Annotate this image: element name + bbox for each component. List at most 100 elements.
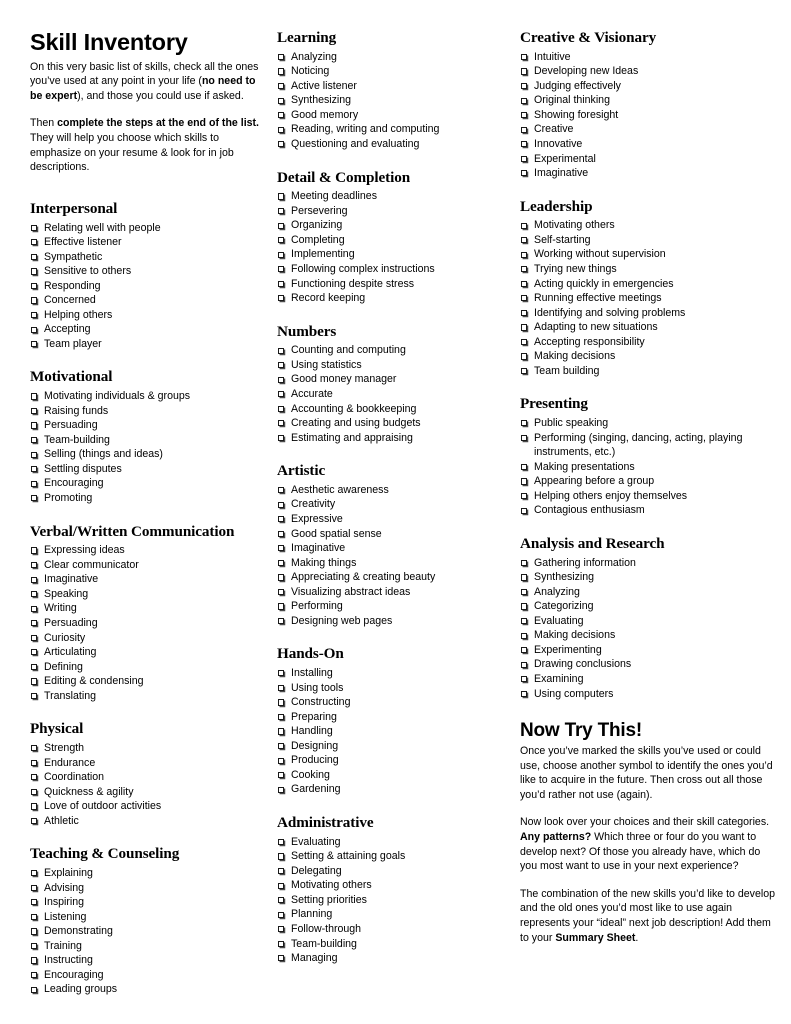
- checkbox-square-icon[interactable]: [278, 237, 285, 244]
- skill-item[interactable]: Following complex instructions: [277, 262, 508, 277]
- skill-item[interactable]: Noticing: [277, 64, 508, 79]
- checkbox-square-icon[interactable]: [521, 353, 528, 360]
- checkbox-square-icon[interactable]: [278, 376, 285, 383]
- checkbox-square-icon[interactable]: [278, 940, 285, 947]
- checkbox-square-icon[interactable]: [31, 884, 38, 891]
- checkbox-square-icon[interactable]: [31, 942, 38, 950]
- checkbox-square-icon[interactable]: [278, 757, 285, 764]
- skill-item[interactable]: Active listener: [277, 79, 508, 94]
- checkbox-square-icon[interactable]: [278, 53, 285, 61]
- skill-item[interactable]: Helping others enjoy themselves: [520, 489, 775, 504]
- skill-item[interactable]: Good spatial sense: [277, 527, 508, 542]
- skill-item[interactable]: Appreciating & creating beauty: [277, 570, 508, 585]
- checkbox-square-icon[interactable]: [521, 574, 528, 581]
- checkbox-square-icon[interactable]: [521, 97, 528, 104]
- checkbox-square-icon[interactable]: [278, 83, 285, 90]
- skill-item[interactable]: Effective listener: [30, 235, 263, 250]
- checkbox-square-icon[interactable]: [278, 926, 285, 933]
- skill-item[interactable]: Speaking: [30, 587, 263, 602]
- checkbox-square-icon[interactable]: [31, 422, 38, 429]
- skill-item[interactable]: Contagious enthusiasm: [520, 503, 775, 518]
- checkbox-square-icon[interactable]: [31, 466, 38, 473]
- checkbox-square-icon[interactable]: [278, 208, 285, 215]
- checkbox-square-icon[interactable]: [278, 911, 285, 918]
- skill-item[interactable]: Clear communicator: [30, 558, 263, 573]
- checkbox-square-icon[interactable]: [31, 591, 38, 598]
- skill-item[interactable]: Team-building: [277, 937, 508, 952]
- checkbox-square-icon[interactable]: [31, 605, 38, 612]
- checkbox-square-icon[interactable]: [278, 713, 285, 721]
- checkbox-square-icon[interactable]: [278, 618, 285, 625]
- checkbox-square-icon[interactable]: [278, 559, 285, 567]
- skill-item[interactable]: Articulating: [30, 645, 263, 660]
- checkbox-square-icon[interactable]: [31, 224, 38, 231]
- checkbox-square-icon[interactable]: [521, 237, 528, 244]
- skill-item[interactable]: Curiosity: [30, 631, 263, 646]
- skill-item[interactable]: Athletic: [30, 814, 263, 829]
- checkbox-square-icon[interactable]: [521, 661, 528, 668]
- checkbox-square-icon[interactable]: [521, 280, 528, 287]
- skill-item[interactable]: Good money manager: [277, 372, 508, 387]
- skill-item[interactable]: Aesthetic awareness: [277, 483, 508, 498]
- skill-item[interactable]: Instructing: [30, 953, 263, 968]
- checkbox-square-icon[interactable]: [521, 632, 528, 639]
- skill-item[interactable]: Leading groups: [30, 982, 263, 997]
- checkbox-square-icon[interactable]: [31, 634, 38, 641]
- checkbox-square-icon[interactable]: [278, 516, 285, 523]
- skill-item[interactable]: Analyzing: [277, 50, 508, 65]
- skill-item[interactable]: Accurate: [277, 387, 508, 402]
- skill-item[interactable]: Producing: [277, 753, 508, 768]
- checkbox-square-icon[interactable]: [278, 743, 285, 750]
- skill-item[interactable]: Innovative: [520, 137, 775, 152]
- checkbox-square-icon[interactable]: [31, 649, 38, 656]
- skill-item[interactable]: Translating: [30, 689, 263, 704]
- checkbox-square-icon[interactable]: [31, 326, 38, 333]
- checkbox-square-icon[interactable]: [521, 324, 528, 331]
- skill-item[interactable]: Team player: [30, 337, 263, 352]
- skill-item[interactable]: Team building: [520, 364, 775, 379]
- skill-item[interactable]: Explaining: [30, 866, 263, 881]
- skill-item[interactable]: Making decisions: [520, 349, 775, 364]
- skill-item[interactable]: Designing web pages: [277, 614, 508, 629]
- checkbox-square-icon[interactable]: [278, 251, 285, 258]
- skill-item[interactable]: Gathering information: [520, 556, 775, 571]
- skill-item[interactable]: Developing new Ideas: [520, 64, 775, 79]
- skill-item[interactable]: Experimenting: [520, 643, 775, 658]
- checkbox-square-icon[interactable]: [521, 368, 528, 375]
- skill-item[interactable]: Helping others: [30, 308, 263, 323]
- checkbox-square-icon[interactable]: [521, 309, 528, 317]
- checkbox-square-icon[interactable]: [521, 53, 528, 61]
- skill-item[interactable]: Preparing: [277, 710, 508, 725]
- skill-item[interactable]: Expressive: [277, 512, 508, 527]
- skill-item[interactable]: Writing: [30, 601, 263, 616]
- skill-item[interactable]: Appearing before a group: [520, 474, 775, 489]
- skill-item[interactable]: Settling disputes: [30, 462, 263, 477]
- skill-item[interactable]: Organizing: [277, 218, 508, 233]
- skill-item[interactable]: Sympathetic: [30, 250, 263, 265]
- checkbox-square-icon[interactable]: [278, 545, 285, 552]
- checkbox-square-icon[interactable]: [521, 690, 528, 697]
- skill-item[interactable]: Motivating individuals & groups: [30, 389, 263, 404]
- skill-item[interactable]: Responding: [30, 279, 263, 294]
- checkbox-square-icon[interactable]: [31, 547, 38, 554]
- checkbox-square-icon[interactable]: [278, 347, 285, 354]
- skill-item[interactable]: Reading, writing and computing: [277, 122, 508, 137]
- skill-item[interactable]: Meeting deadlines: [277, 189, 508, 204]
- checkbox-square-icon[interactable]: [521, 559, 528, 567]
- skill-item[interactable]: Editing & condensing: [30, 674, 263, 689]
- checkbox-square-icon[interactable]: [31, 480, 38, 487]
- skill-item[interactable]: Defining: [30, 660, 263, 675]
- checkbox-square-icon[interactable]: [278, 699, 285, 706]
- checkbox-square-icon[interactable]: [521, 83, 528, 90]
- skill-item[interactable]: Cooking: [277, 768, 508, 783]
- checkbox-square-icon[interactable]: [31, 817, 38, 825]
- skill-item[interactable]: Drawing conclusions: [520, 657, 775, 672]
- checkbox-square-icon[interactable]: [31, 745, 38, 752]
- skill-item[interactable]: Persuading: [30, 616, 263, 631]
- skill-item[interactable]: Expressing ideas: [30, 543, 263, 558]
- checkbox-square-icon[interactable]: [31, 297, 38, 304]
- skill-item[interactable]: Promoting: [30, 491, 263, 506]
- skill-item[interactable]: Completing: [277, 233, 508, 248]
- checkbox-square-icon[interactable]: [31, 774, 38, 781]
- skill-item[interactable]: Relating well with people: [30, 221, 263, 236]
